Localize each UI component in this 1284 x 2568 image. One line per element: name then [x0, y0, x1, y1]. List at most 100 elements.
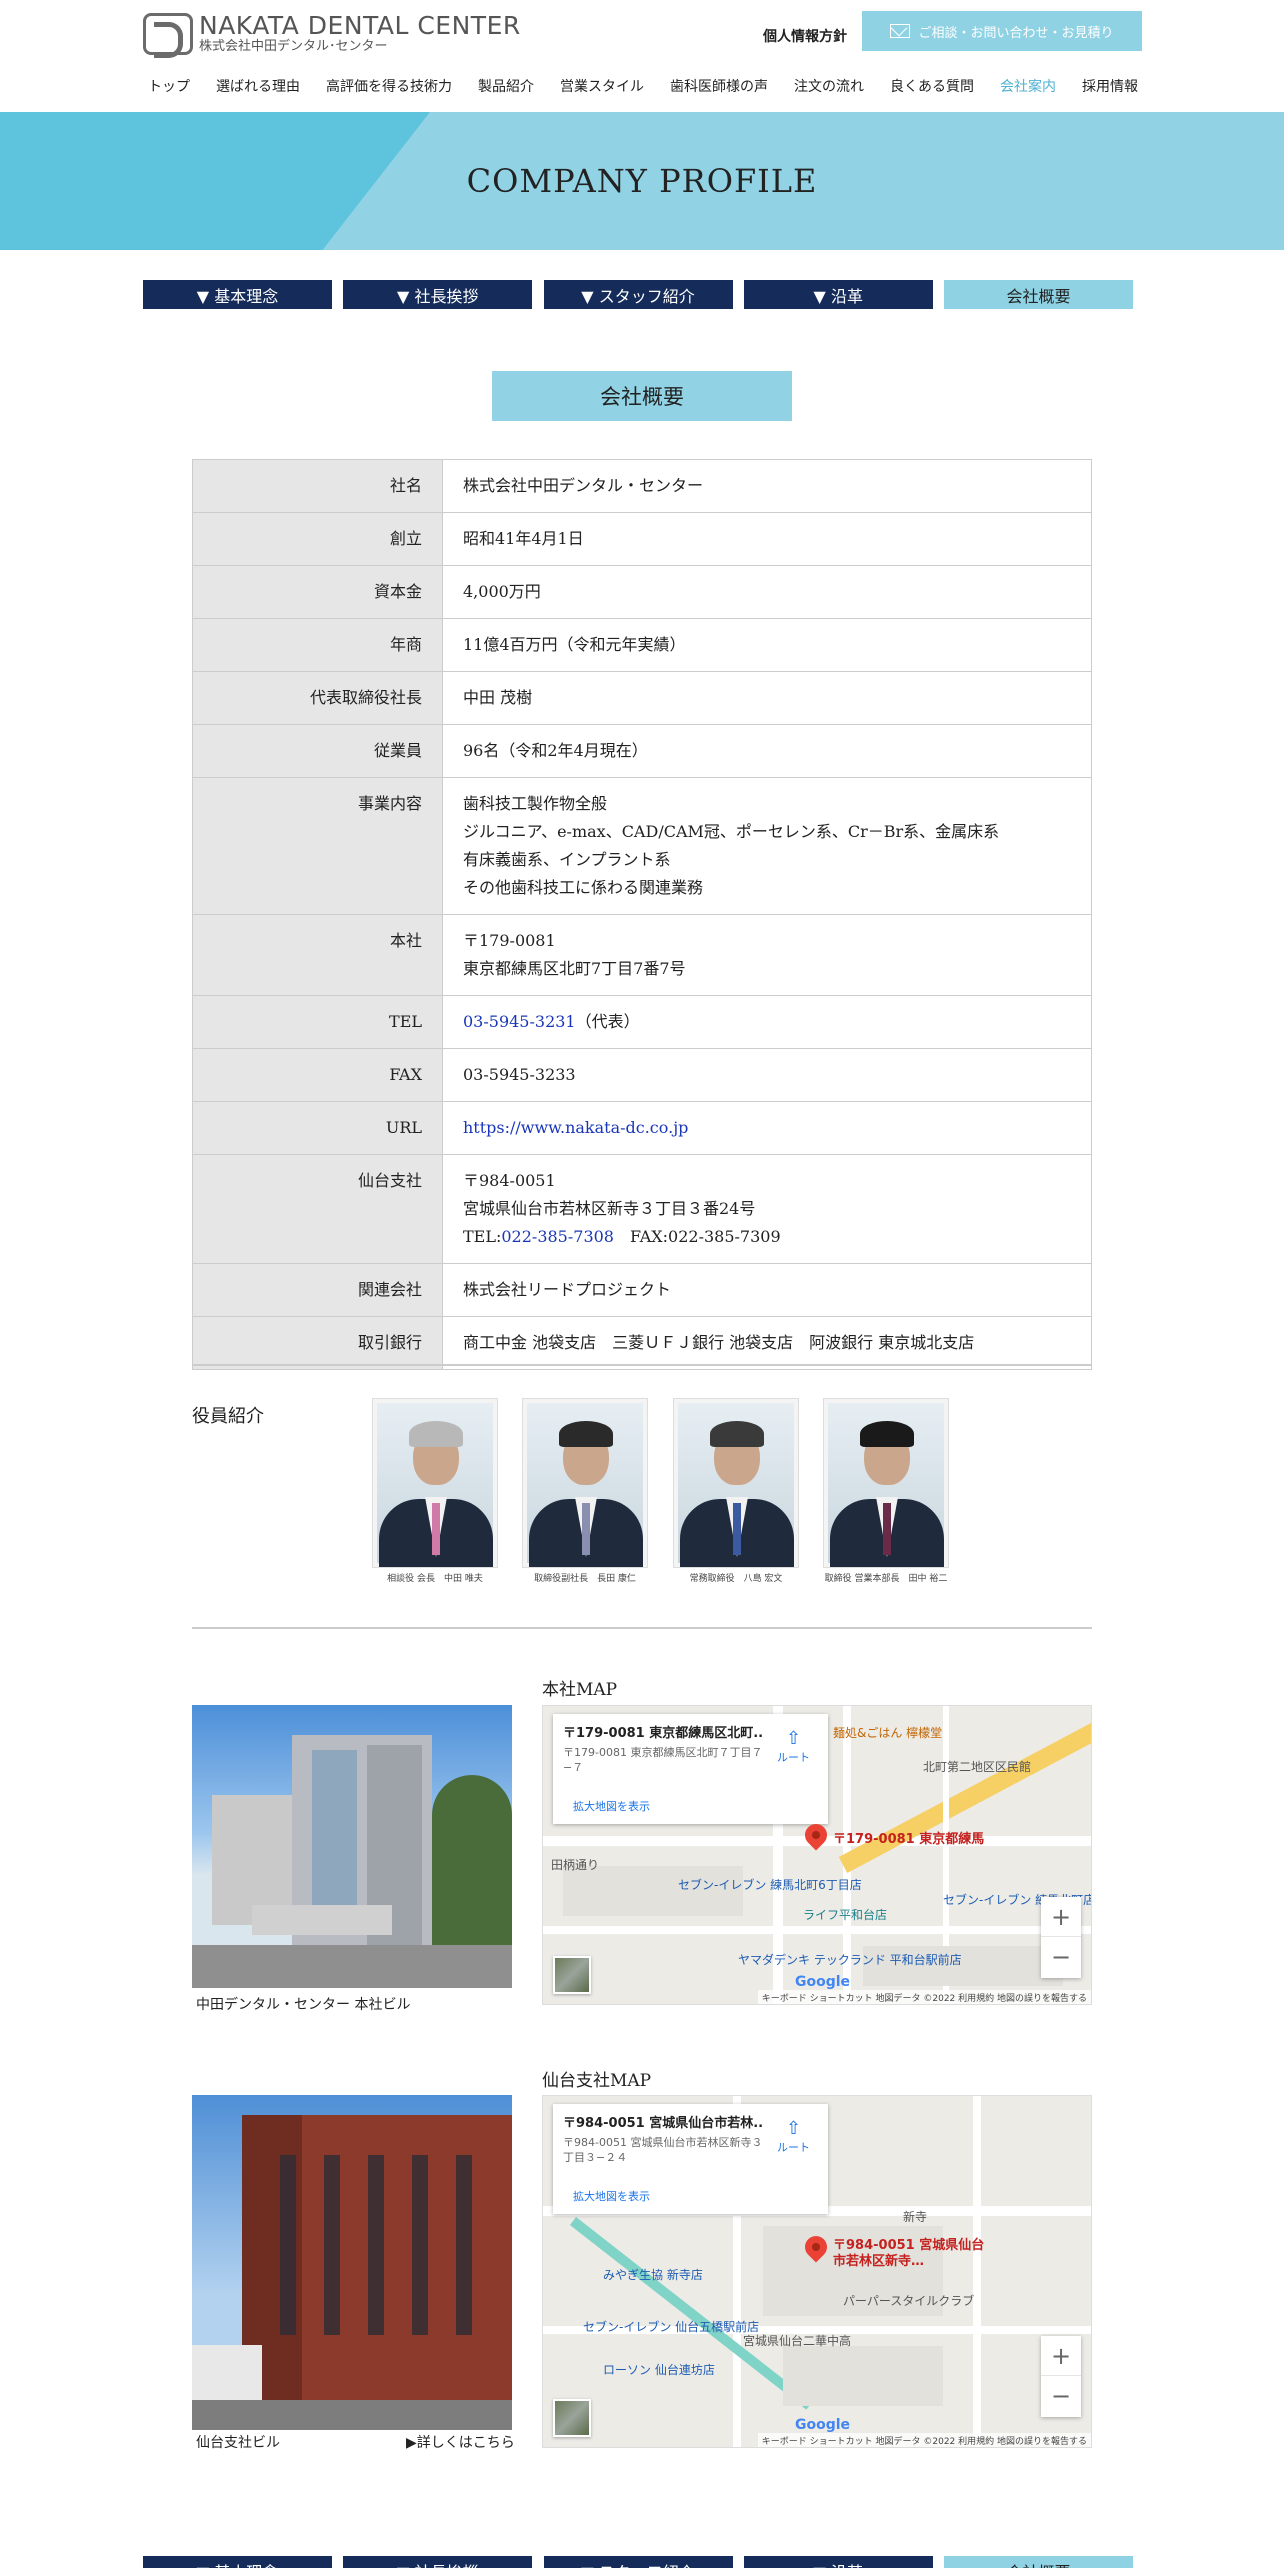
nav-item-faq[interactable]: 良くある質問 — [890, 76, 974, 96]
subnav-overview[interactable]: 会社概要 — [944, 2556, 1133, 2568]
subnav-greeting[interactable]: ▼ 社長挨拶 — [343, 2556, 533, 2568]
table-row: 代表取締役社長 中田 茂樹 — [192, 671, 1092, 725]
zoom-in-button[interactable]: + — [1041, 1897, 1081, 1937]
subnav-philosophy[interactable]: ▼ 基本理念 — [143, 280, 332, 309]
privacy-policy-link[interactable]: 個人情報方針 — [763, 26, 847, 46]
nav-item-reasons[interactable]: 選ばれる理由 — [216, 76, 300, 96]
zoom-in-button[interactable]: + — [1041, 2336, 1081, 2376]
nav-item-company[interactable]: 会社案内 — [1000, 76, 1056, 96]
subnav-staff[interactable]: ▼ スタッフ紹介 — [543, 280, 733, 309]
map-road-label: 田柄通り — [551, 1858, 600, 1872]
row-label: 資本金 — [192, 565, 443, 619]
hq-map[interactable]: 〒179-0081 東京都練馬区北町... 〒179-0081 東京都練馬区北町… — [542, 1705, 1092, 2005]
subnav-overview[interactable]: 会社概要 — [944, 280, 1133, 309]
nav-item-voices[interactable]: 歯科医師様の声 — [670, 76, 768, 96]
business-line: ジルコニア、e-max、CAD/CAM冠、ポーセレン系、Cr－Br系、金属床系 — [463, 822, 1000, 841]
zoom-out-button[interactable]: − — [1041, 1937, 1081, 1977]
subnav-history[interactable]: ▼ 沿革 — [743, 280, 933, 309]
row-value: https://www.nakata-dc.co.jp — [442, 1101, 1092, 1155]
table-row: 取引銀行 商工中金 池袋支店 三菱ＵＦＪ銀行 池袋支店 阿波銀行 東京城北支店 — [192, 1316, 1092, 1370]
enlarge-map-link[interactable]: 拡大地図を表示 — [573, 2188, 650, 2204]
map-info-window: 〒984-0051 宮城県仙台市若林... 〒984-0051 宮城県仙台市若林… — [553, 2104, 828, 2214]
map-poi[interactable]: みやぎ生協 新寺店 — [603, 2266, 703, 2283]
row-label: 取引銀行 — [192, 1316, 443, 1370]
url-link[interactable]: https://www.nakata-dc.co.jp — [463, 1118, 688, 1137]
nav-item-technology[interactable]: 高評価を得る技術力 — [326, 76, 452, 96]
row-label: 仙台支社 — [192, 1154, 443, 1264]
map-info-window: 〒179-0081 東京都練馬区北町... 〒179-0081 東京都練馬区北町… — [553, 1714, 828, 1824]
map-attribution[interactable]: キーボード ショートカット 地図データ ©2022 利用規約 地図の誤りを報告す… — [757, 2433, 1091, 2447]
row-label: 代表取締役社長 — [192, 671, 443, 725]
map-poi[interactable]: 北町第二地区区民館 — [923, 1758, 1031, 1775]
sendai-detail-link[interactable]: ▶詳しくはこちら — [406, 2432, 515, 2452]
google-logo: Google — [795, 1974, 851, 1990]
subnav-greeting[interactable]: ▼ 社長挨拶 — [343, 280, 533, 309]
business-line: その他歯科技工に係わる関連業務 — [463, 878, 704, 897]
section-title: 会社概要 — [492, 371, 792, 421]
officer-photo — [673, 1398, 799, 1568]
google-logo: Google — [795, 2417, 851, 2433]
map-pin-label: 〒984-0051 宮城県仙台市若林区新寺… — [833, 2238, 985, 2269]
row-label: 事業内容 — [192, 777, 443, 915]
row-label: 従業員 — [192, 724, 443, 778]
row-value: 昭和41年4月1日 — [442, 512, 1092, 566]
sendai-zip: 〒984-0051 — [463, 1171, 556, 1190]
map-poi[interactable]: ヤマダデンキ テックランド 平和台駅前店 — [738, 1951, 962, 1968]
route-button[interactable]: ルート — [777, 2118, 810, 2155]
map-poi[interactable]: 宮城県仙台二華中高 — [743, 2332, 851, 2349]
nav-item-products[interactable]: 製品紹介 — [478, 76, 534, 96]
subnav-philosophy[interactable]: ▼ 基本理念 — [143, 2556, 332, 2568]
officer-caption: 相談役 会長 中田 唯夫 — [387, 1574, 483, 1584]
row-value: 歯科技工製作物全般 ジルコニア、e-max、CAD/CAM冠、ポーセレン系、Cr… — [442, 777, 1092, 915]
table-row: 創立 昭和41年4月1日 — [192, 512, 1092, 566]
logo-mark-icon — [143, 13, 193, 58]
map-attribution[interactable]: キーボード ショートカット 地図データ ©2022 利用規約 地図の誤りを報告す… — [757, 1990, 1091, 2004]
sendai-tel-link[interactable]: 022-385-7308 — [501, 1227, 614, 1246]
row-label: 社名 — [192, 459, 443, 513]
tel-suffix: （代表） — [575, 1012, 640, 1031]
enlarge-map-link[interactable]: 拡大地図を表示 — [573, 1798, 650, 1814]
map-poi[interactable]: ライフ平和台店 — [803, 1906, 887, 1923]
route-button[interactable]: ルート — [777, 1728, 810, 1765]
page-title: COMPANY PROFILE — [466, 162, 818, 200]
map-poi[interactable]: 麺処&ごはん 檸檬堂 — [833, 1724, 942, 1741]
satellite-toggle[interactable] — [553, 1956, 591, 1994]
map-info-title: 〒179-0081 東京都練馬区北町... — [563, 1726, 763, 1741]
nav-item-order-flow[interactable]: 注文の流れ — [794, 76, 864, 96]
map-poi[interactable]: パーパースタイルクラブ — [843, 2292, 974, 2309]
mail-icon — [890, 24, 911, 38]
subnav-history[interactable]: ▼ 沿革 — [743, 2556, 933, 2568]
map-poi[interactable]: ローソン 仙台連坊店 — [603, 2361, 715, 2378]
hq-map-label: 本社MAP — [542, 1680, 618, 1700]
map-poi[interactable]: セブン-イレブン 練馬北町6丁目店 — [678, 1876, 862, 1893]
subnav-staff[interactable]: ▼ スタッフ紹介 — [543, 2556, 733, 2568]
officer-photo — [823, 1398, 949, 1568]
row-label: 創立 — [192, 512, 443, 566]
map-info-address: 〒984-0051 宮城県仙台市若林区新寺３丁目３−２４ — [563, 2136, 763, 2164]
row-value: 〒984-0051 宮城県仙台市若林区新寺３丁目３番24号 TEL:022-38… — [442, 1154, 1092, 1264]
table-row: TEL 03-5945-3231（代表） — [192, 995, 1092, 1049]
business-line: 有床義歯系、インプラント系 — [463, 850, 671, 869]
contact-button[interactable]: ご相談・お問い合わせ・お見積り — [862, 11, 1142, 51]
table-row: 社名 株式会社中田デンタル・センター — [192, 459, 1092, 513]
sendai-map[interactable]: 〒984-0051 宮城県仙台市若林... 〒984-0051 宮城県仙台市若林… — [542, 2095, 1092, 2448]
tel-link[interactable]: 03-5945-3231 — [463, 1012, 576, 1031]
logo[interactable]: NAKATA DENTAL CENTER 株式会社中田デンタル･センター — [143, 13, 521, 58]
nav-item-top[interactable]: トップ — [148, 76, 190, 96]
officer-card: 取締役副社長 長田 康仁 — [522, 1398, 648, 1585]
satellite-toggle[interactable] — [553, 2399, 591, 2437]
row-value: 03-5945-3233 — [442, 1048, 1092, 1102]
table-row: 年商 11億4百万円（令和元年実績） — [192, 618, 1092, 672]
row-value: 96名（令和2年4月現在） — [442, 724, 1092, 778]
map-area-label: 新寺 — [903, 2210, 928, 2224]
sendai-tel-prefix: TEL: — [463, 1227, 502, 1246]
sendai-map-label: 仙台支社MAP — [542, 2071, 652, 2091]
table-row: URL https://www.nakata-dc.co.jp — [192, 1101, 1092, 1155]
table-row: 資本金 4,000万円 — [192, 565, 1092, 619]
nav-item-recruit[interactable]: 採用情報 — [1082, 76, 1138, 96]
zoom-out-button[interactable]: − — [1041, 2376, 1081, 2416]
nav-item-sales-style[interactable]: 営業スタイル — [560, 76, 644, 96]
map-poi[interactable]: セブン-イレブン 仙台五橋駅前店 — [583, 2318, 759, 2335]
row-label: 本社 — [192, 914, 443, 996]
logo-subtext: 株式会社中田デンタル･センター — [199, 39, 388, 54]
